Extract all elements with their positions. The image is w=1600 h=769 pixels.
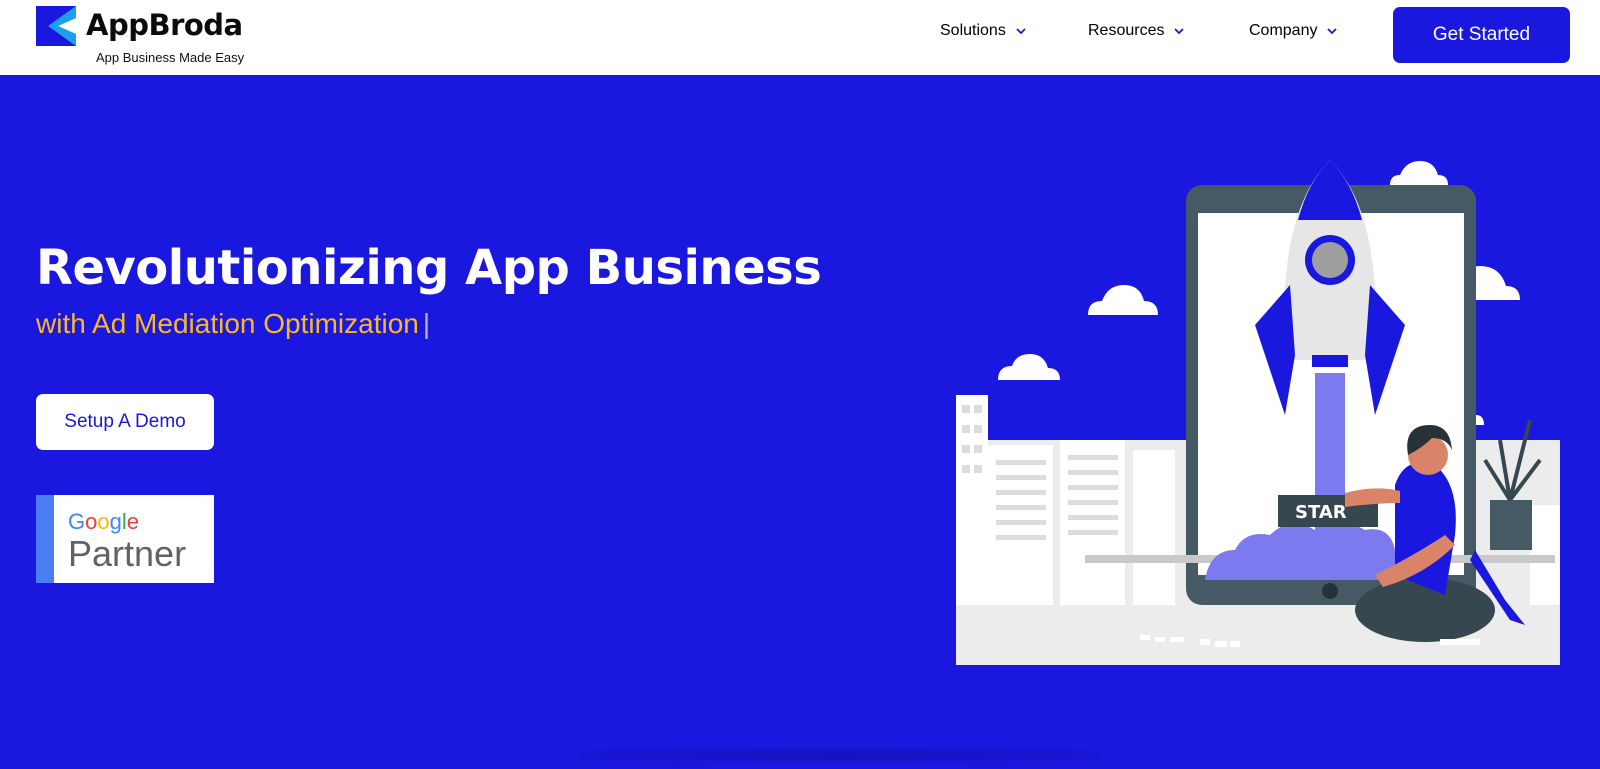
hero-subtitle: with Ad Mediation Optimization | [36,308,430,340]
google-partner-badge: Google Partner [36,495,214,583]
partner-text: Partner [68,533,187,574]
site-header: AppBroda App Business Made Easy Solution… [0,0,1600,75]
rocket-launch-illustration: STAR [956,160,1560,665]
logo[interactable]: AppBroda App Business Made Easy [36,6,256,68]
nav-item-resources[interactable]: Resources [1088,22,1186,40]
nav-item-label: Resources [1088,22,1165,39]
bottom-shadow [580,748,1100,762]
chevron-down-icon [1016,28,1026,35]
rocket-window [1312,242,1348,278]
logo-mark-icon [36,6,76,46]
typing-cursor: | [422,308,431,339]
setup-demo-button[interactable]: Setup A Demo [36,394,214,450]
get-started-button[interactable]: Get Started [1393,7,1570,63]
chevron-down-icon [1174,28,1185,35]
brand-tagline: App Business Made Easy [96,50,245,65]
hero-subtitle-text: with Ad Mediation Optimization [36,308,419,339]
nav-item-label: Solutions [940,22,1006,39]
hero-title: Revolutionizing App Business [36,240,822,296]
plant-pot [1490,500,1532,550]
rocket-base [1312,355,1348,367]
google-wordmark: Google [68,509,140,534]
nav-item-solutions[interactable]: Solutions [940,22,1028,40]
nav-item-label: Company [1249,22,1318,39]
start-label: STAR [1295,502,1347,523]
badge-stripe [36,495,54,583]
tablet-home-button [1322,583,1338,599]
chevron-down-icon [1327,28,1338,35]
brand-name: AppBroda [86,8,243,42]
nav-item-company[interactable]: Company [1249,22,1339,40]
